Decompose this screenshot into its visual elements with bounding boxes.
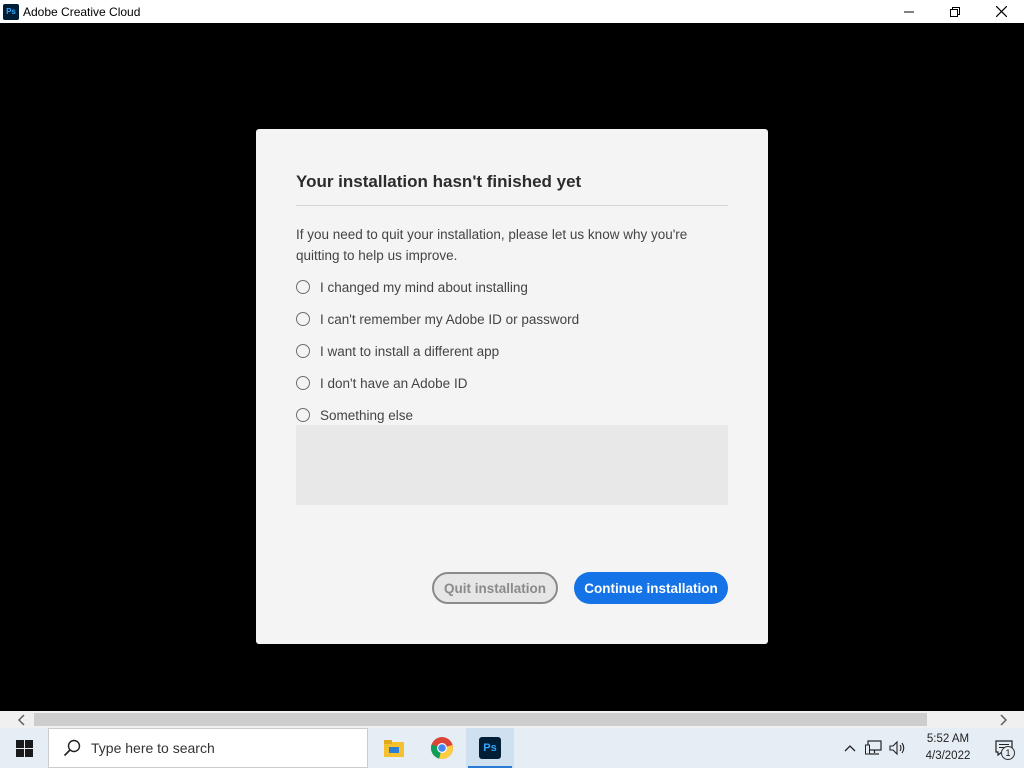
- scroll-left-button[interactable]: [12, 711, 29, 728]
- close-icon: [995, 6, 1007, 17]
- taskbar: Type here to search Ps 5:52 AM 4/3/2022 …: [0, 728, 1024, 768]
- windows-logo-icon: [15, 739, 33, 757]
- taskbar-app-chrome[interactable]: [418, 728, 466, 768]
- restore-icon: [950, 6, 960, 17]
- radio-button[interactable]: [296, 280, 310, 294]
- reason-option-changed-mind[interactable]: I changed my mind about installing: [296, 271, 579, 303]
- volume-button[interactable]: [886, 728, 910, 768]
- chevron-up-icon: [844, 745, 856, 752]
- taskbar-search-box[interactable]: Type here to search: [48, 728, 368, 768]
- taskbar-app-file-explorer[interactable]: [370, 728, 418, 768]
- network-button[interactable]: [862, 728, 886, 768]
- taskbar-clock[interactable]: 5:52 AM 4/3/2022: [918, 731, 978, 765]
- continue-installation-button[interactable]: Continue installation: [574, 572, 728, 604]
- minimize-button[interactable]: [886, 0, 932, 23]
- chevron-left-icon: [17, 713, 25, 726]
- dialog-divider: [296, 205, 728, 206]
- reason-option-no-adobe-id[interactable]: I don't have an Adobe ID: [296, 367, 579, 399]
- window-titlebar: Ps Adobe Creative Cloud: [0, 0, 1024, 23]
- radio-button[interactable]: [296, 408, 310, 422]
- option-label: Something else: [320, 407, 414, 423]
- window-controls: [886, 0, 1024, 23]
- system-tray: 5:52 AM 4/3/2022 1: [838, 728, 1024, 768]
- reason-option-different-app[interactable]: I want to install a different app: [296, 335, 579, 367]
- radio-button[interactable]: [296, 312, 310, 326]
- window-title: Adobe Creative Cloud: [23, 4, 141, 19]
- restore-button[interactable]: [932, 0, 978, 23]
- action-center-button[interactable]: 1: [984, 728, 1024, 768]
- search-placeholder: Type here to search: [91, 740, 215, 756]
- network-icon: [865, 740, 882, 755]
- dialog-description: If you need to quit your installation, p…: [296, 227, 688, 263]
- scrollbar-thumb[interactable]: [34, 713, 927, 726]
- radio-button[interactable]: [296, 344, 310, 358]
- option-label: I want to install a different app: [320, 343, 500, 359]
- close-button[interactable]: [978, 0, 1024, 23]
- option-label: I can't remember my Adobe ID or password: [320, 311, 580, 327]
- option-label: I changed my mind about installing: [320, 279, 528, 295]
- notification-count-badge: 1: [1001, 746, 1015, 760]
- radio-button[interactable]: [296, 376, 310, 390]
- clock-date: 4/3/2022: [925, 750, 971, 762]
- file-explorer-icon: [384, 740, 404, 757]
- speaker-icon: [889, 740, 905, 756]
- minimize-icon: [904, 11, 914, 12]
- dialog-title: Your installation hasn't finished yet: [296, 172, 582, 191]
- quit-installation-button[interactable]: Quit installation: [432, 572, 558, 604]
- app-content-area: Your installation hasn't finished yet If…: [0, 23, 1024, 711]
- horizontal-scrollbar[interactable]: [0, 711, 1024, 728]
- reason-options: I changed my mind about installing I can…: [296, 271, 579, 431]
- start-button[interactable]: [0, 728, 48, 768]
- photoshop-icon: Ps: [479, 737, 501, 759]
- clock-time: 5:52 AM: [926, 733, 970, 745]
- scroll-right-button[interactable]: [995, 711, 1012, 728]
- photoshop-app-icon: Ps: [3, 3, 19, 20]
- show-hidden-icons-button[interactable]: [838, 728, 862, 768]
- chrome-icon: [431, 737, 453, 759]
- quit-installation-dialog: Your installation hasn't finished yet If…: [256, 129, 768, 644]
- feedback-textarea[interactable]: [296, 425, 728, 505]
- chevron-right-icon: [999, 713, 1007, 726]
- taskbar-app-photoshop[interactable]: Ps: [466, 728, 514, 768]
- reason-option-forgot-adobe-id[interactable]: I can't remember my Adobe ID or password: [296, 303, 579, 335]
- option-label: I don't have an Adobe ID: [320, 375, 468, 391]
- search-icon: [63, 739, 81, 757]
